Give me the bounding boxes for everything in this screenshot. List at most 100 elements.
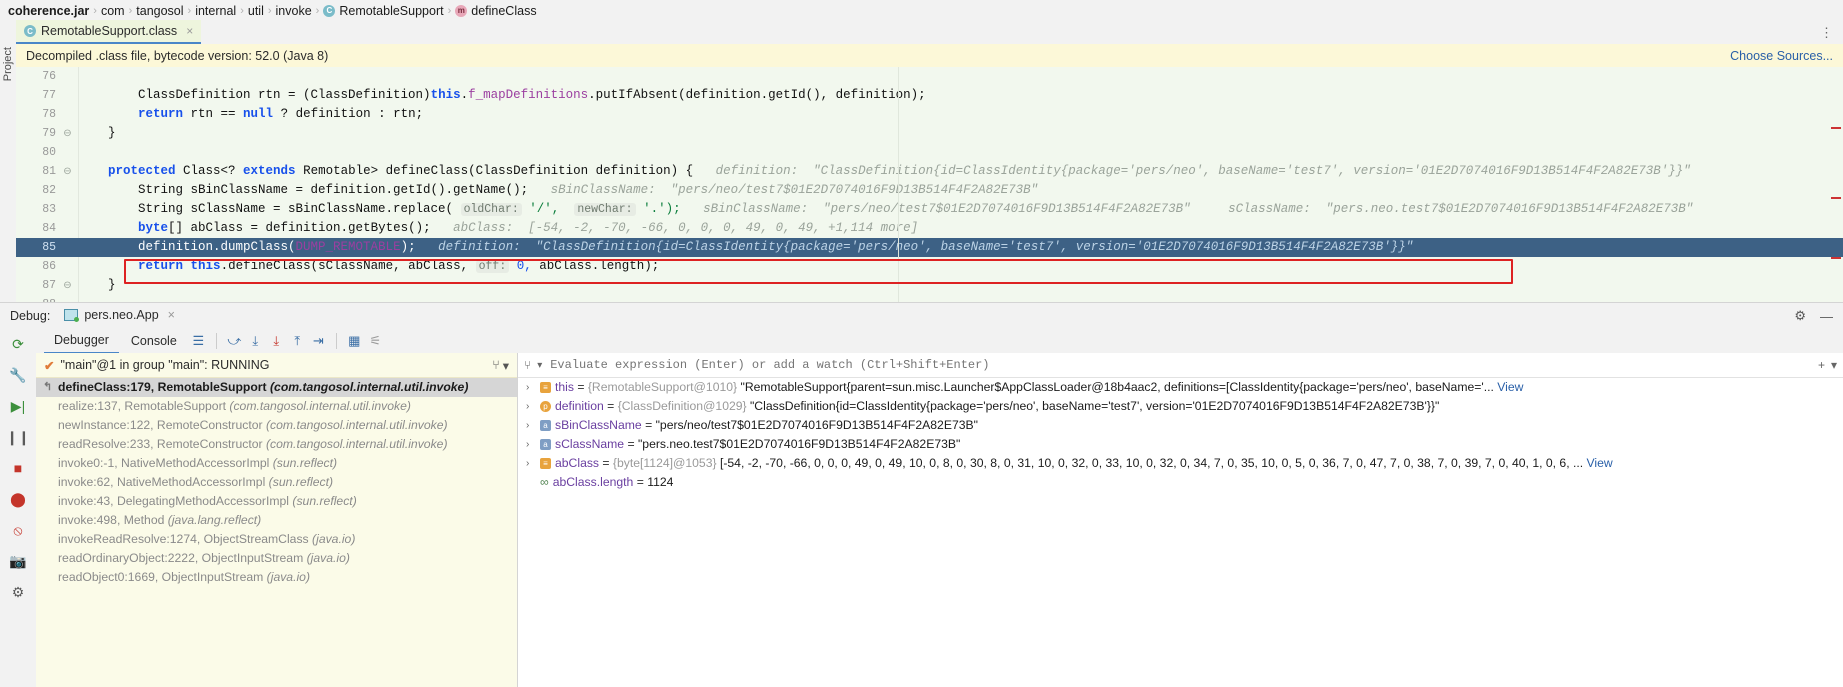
frame-item[interactable]: readOrdinaryObject:2222, ObjectInputStre… [36, 549, 517, 568]
editor-tab-options-icon[interactable]: ⋮ [1820, 25, 1843, 44]
expand-arrow-icon[interactable]: › [526, 454, 529, 473]
view-link[interactable]: View [1583, 456, 1613, 470]
string-icon: a [540, 439, 551, 451]
close-icon[interactable]: × [186, 24, 193, 38]
force-step-into-icon[interactable]: ⤓ [267, 331, 286, 350]
evaluate-expression-input[interactable] [548, 354, 1812, 376]
filter-icon[interactable]: ⑂ [524, 358, 531, 372]
run-to-cursor-icon[interactable]: ⇥ [309, 331, 328, 350]
breadcrumb-item-coherence-jar[interactable]: coherence.jar [8, 4, 89, 18]
settings-wrench-icon[interactable]: 🔧 [8, 365, 28, 385]
variables-pane[interactable]: ⑂ ▾ + ▾ › ≡ this = {RemotableSupport@1010}… [518, 353, 1843, 687]
editor-line-79[interactable]: 79 ⊖ } [16, 124, 1843, 143]
fold-marker[interactable]: ⊖ [62, 162, 73, 181]
step-over-icon[interactable]: ⤻ [225, 331, 244, 350]
expand-arrow-icon[interactable]: › [526, 416, 529, 435]
frame-item[interactable]: realize:137, RemotableSupport (com.tango… [36, 397, 517, 416]
view-breakpoints-icon[interactable]: ⬤ [8, 489, 28, 509]
editor-line-82[interactable]: 82 String sBinClassName = definition.get… [16, 181, 1843, 200]
array-icon: ≡ [540, 458, 551, 470]
variable-row[interactable]: › p definition = {ClassDefinition@1029} "C… [518, 397, 1843, 416]
fold-marker[interactable]: ⊖ [62, 124, 73, 143]
variable-row[interactable]: › a sClassName = "pers.neo.test7$01E2D7074… [518, 435, 1843, 454]
editor-line-87[interactable]: 87 ⊖ } [16, 276, 1843, 295]
filter-icon[interactable]: ⑂ [492, 358, 500, 372]
expand-arrow-icon[interactable]: › [526, 397, 529, 416]
editor-line-81[interactable]: 81 ⊖ protected Class<? extends Remotable>… [16, 162, 1843, 181]
editor-line-77[interactable]: 77 ClassDefinition rtn = (ClassDefinitio… [16, 86, 1843, 105]
evaluate-expression-bar[interactable]: ⑂ ▾ + ▾ [518, 353, 1843, 378]
breadcrumb-item-defineclass[interactable]: m defineClass [455, 4, 537, 18]
thread-selector[interactable]: ✔ "main"@1 in group "main": RUNNING ⑂ ▾ [36, 353, 517, 378]
fold-marker[interactable]: ⊖ [62, 276, 73, 295]
variable-row[interactable]: › a sBinClassName = "pers/neo/test7$01E2D7… [518, 416, 1843, 435]
gear-icon[interactable]: ⚙ [1794, 308, 1806, 324]
editor-line-78[interactable]: 78 return rtn == null ? definition : rtn… [16, 105, 1843, 124]
chevron-down-icon[interactable]: ▾ [1831, 358, 1837, 372]
intellij-window: coherence.jar › com › tangosol › internal › util… [0, 0, 1843, 687]
frame-item[interactable]: invokeReadResolve:1274, ObjectStreamClas… [36, 530, 517, 549]
variable-row[interactable]: › ≡ abClass = {byte[1124]@1053} [-54, -2, … [518, 454, 1843, 473]
resume-icon[interactable]: ▶| [8, 396, 28, 416]
frame-item[interactable]: ↰ defineClass:179, RemotableSupport (com.… [36, 378, 517, 397]
frame-method: readObject0:1669, ObjectInputStream [58, 570, 267, 584]
chevron-down-icon[interactable]: ▾ [537, 360, 542, 371]
breadcrumb-item-remotablesupport[interactable]: C RemotableSupport [323, 4, 444, 18]
step-into-icon[interactable]: ⤓ [246, 331, 265, 350]
layout-icon[interactable]: ☰ [189, 331, 208, 350]
expand-arrow-icon[interactable]: › [526, 435, 529, 454]
camera-icon[interactable]: 📷 [8, 551, 28, 571]
breadcrumb-item-tangosol[interactable]: tangosol [136, 4, 183, 18]
editor-line-76[interactable]: 76 [16, 67, 1843, 86]
editor-line-83[interactable]: 83 String sClassName = sBinClassName.rep… [16, 200, 1843, 219]
editor-line-85[interactable]: 85 definition.dumpClass(DUMP_REMOTABLE);… [16, 238, 1843, 257]
minimize-icon[interactable]: — [1820, 309, 1833, 324]
right-margin-line [898, 67, 899, 302]
mute-breakpoints-icon[interactable]: ⦸ [8, 520, 28, 540]
expand-arrow-icon[interactable]: › [526, 378, 529, 397]
frame-item[interactable]: invoke:43, DelegatingMethodAccessorImpl … [36, 492, 517, 511]
project-tool-window-stripe[interactable]: Project [0, 21, 17, 317]
view-link[interactable]: View [1494, 380, 1523, 394]
frame-item[interactable]: invoke:498, Method (java.lang.reflect) [36, 511, 517, 530]
frame-item[interactable]: invoke0:-1, NativeMethodAccessorImpl (su… [36, 454, 517, 473]
tab-console[interactable]: Console [121, 329, 187, 353]
step-out-icon[interactable]: ⤒ [288, 331, 307, 350]
add-watch-icon[interactable]: + [1818, 358, 1825, 372]
editor-line-84[interactable]: 84 byte[] abClass = definition.getBytes(… [16, 219, 1843, 238]
breadcrumb-item-util[interactable]: util [248, 4, 264, 18]
breadcrumb-label: internal [195, 3, 237, 18]
breadcrumb-item-internal[interactable]: internal [195, 4, 236, 18]
tab-debugger[interactable]: Debugger [44, 328, 119, 354]
mute-breakpoints-icon[interactable]: ⚟ [366, 331, 385, 350]
breadcrumb-item-com[interactable]: com [101, 4, 125, 18]
choose-sources-link[interactable]: Choose Sources... [1730, 49, 1833, 63]
project-stripe-label: Project [2, 47, 14, 82]
code-editor[interactable]: 76 77 ClassDefinition rtn = (ClassDefinit… [16, 67, 1843, 302]
toolbar-separator [215, 332, 217, 349]
close-icon[interactable]: × [168, 308, 175, 322]
variable-row[interactable]: › ≡ this = {RemotableSupport@1010} "Remota… [518, 378, 1843, 397]
frame-item[interactable]: readObject0:1669, ObjectInputStream (jav… [36, 568, 517, 587]
variable-row[interactable]: ∞ abClass.length = 1124 [518, 473, 1843, 492]
frames-pane[interactable]: ✔ "main"@1 in group "main": RUNNING ⑂ ▾ … [36, 353, 518, 687]
debug-session-tab[interactable]: pers.neo.App × [58, 303, 181, 330]
line-content: byte[] abClass = definition.getBytes(); … [138, 221, 919, 235]
gear-icon[interactable]: ⚙ [8, 582, 28, 602]
editor-line-86[interactable]: 86 return this.defineClass(sClassName, a… [16, 257, 1843, 276]
frame-item[interactable]: readResolve:233, RemoteConstructor (com.… [36, 435, 517, 454]
line-content: definition.dumpClass(DUMP_REMOTABLE); de… [78, 240, 1414, 254]
pause-icon[interactable]: ❙❙ [6, 427, 29, 447]
editor-line-88[interactable]: 88 [16, 295, 1843, 302]
frame-item[interactable]: invoke:62, NativeMethodAccessorImpl (sun… [36, 473, 517, 492]
variable-value: "ClassDefinition{id=ClassIdentity{packag… [749, 399, 1440, 413]
chevron-down-icon[interactable]: ▾ [503, 358, 509, 373]
frame-item[interactable]: newInstance:122, RemoteConstructor (com.… [36, 416, 517, 435]
stop-icon[interactable]: ■ [8, 458, 28, 478]
breadcrumb-item-invoke[interactable]: invoke [276, 4, 312, 18]
editor-tab-remotablesupport[interactable]: C RemotableSupport.class × [16, 20, 202, 44]
frame-package: (com.tangosol.internal.util.invoke) [265, 437, 448, 451]
editor-line-80[interactable]: 80 [16, 143, 1843, 162]
evaluate-icon[interactable]: ▦ [345, 331, 364, 350]
rerun-icon[interactable]: ⟳ [8, 334, 28, 354]
